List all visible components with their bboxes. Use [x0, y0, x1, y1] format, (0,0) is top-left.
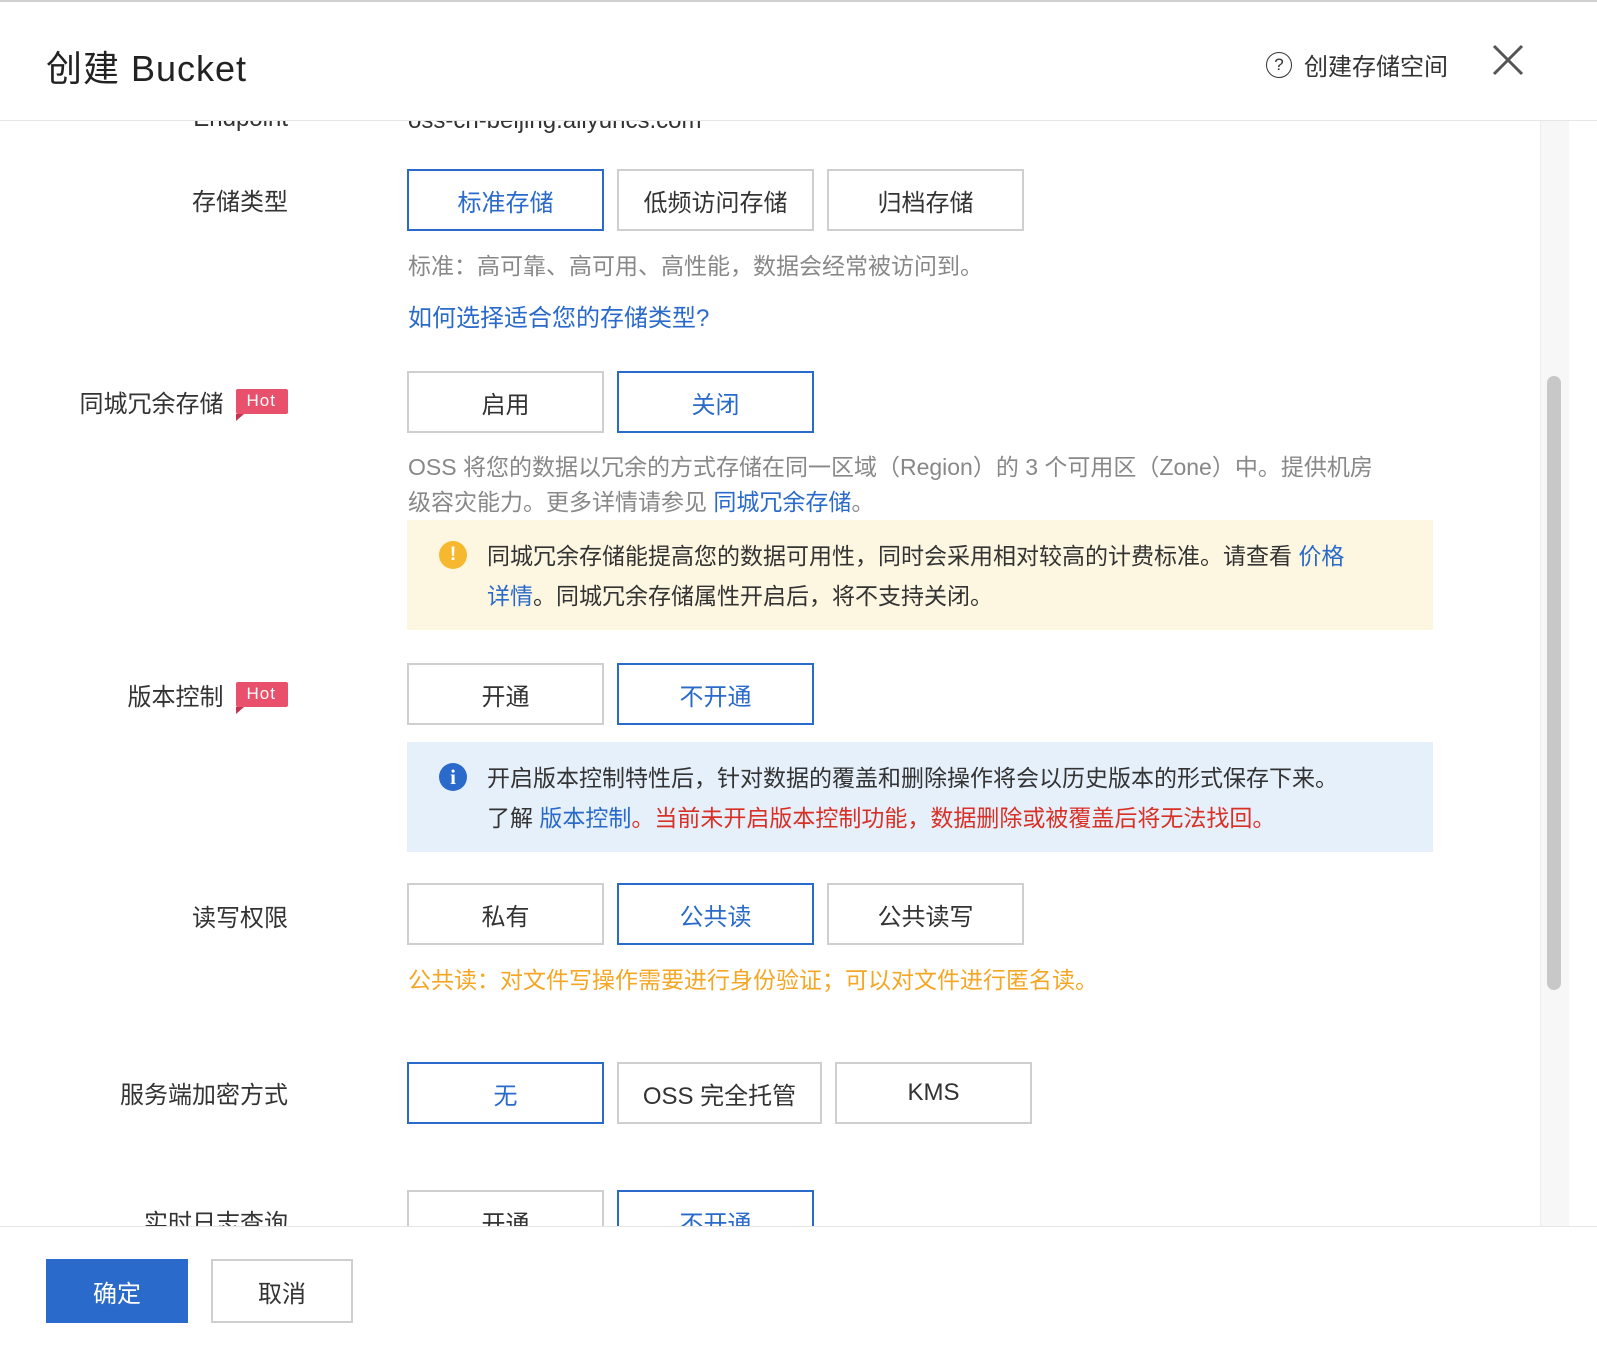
encryption-option-oss-managed[interactable]: OSS 完全托管 — [617, 1062, 822, 1124]
zone-redundancy-warning: ! 同城冗余存储能提高您的数据可用性，同时会采用相对较高的计费标准。请查看 价格… — [407, 520, 1433, 630]
acl-option-private[interactable]: 私有 — [407, 883, 604, 945]
storage-class-option-archive[interactable]: 归档存储 — [827, 169, 1024, 231]
storage-class-label: 存储类型 — [192, 189, 288, 216]
hot-badge: Hot — [235, 389, 288, 421]
acl-hint: 公共读：对文件写操作需要进行身份验证；可以对文件进行匿名读。 — [408, 967, 1098, 993]
question-circle-icon: ? — [1266, 51, 1292, 78]
endpoint-label: Endpoint — [193, 120, 288, 133]
dialog-body[interactable]: Endpoint oss-cn-beijing.aliyuncs.com 存储类… — [0, 120, 1540, 1226]
realtime-log-option-disable[interactable]: 不开通 — [617, 1190, 814, 1226]
acl-option-public-read[interactable]: 公共读 — [617, 883, 814, 945]
versioning-info-prefix: 了解 — [487, 805, 540, 831]
zone-redundancy-hint-suffix: 。 — [851, 489, 875, 515]
zone-redundancy-hint-prefix: 级容灾能力。更多详情请参见 — [408, 489, 714, 515]
zone-redundancy-label-text: 同城冗余存储 — [79, 391, 224, 418]
versioning-info: i 开启版本控制特性后，针对数据的覆盖和删除操作将会以历史版本的形式保存下来。 … — [407, 742, 1433, 852]
storage-class-help-link[interactable]: 如何选择适合您的存储类型? — [408, 301, 709, 336]
warning-icon: ! — [439, 541, 467, 569]
storage-class-option-ia[interactable]: 低频访问存储 — [617, 169, 814, 231]
pricing-link-part1[interactable]: 价格 — [1298, 543, 1344, 569]
versioning-doc-link[interactable]: 版本控制 — [539, 805, 631, 831]
warning-text: 同城冗余存储能提高您的数据可用性，同时会采用相对较高的计费标准。请查看 — [487, 543, 1299, 569]
dialog-header: 创建 Bucket ? 创建存储空间 — [0, 2, 1597, 121]
info-icon: i — [439, 763, 467, 791]
versioning-label-text: 版本控制 — [127, 684, 224, 711]
zone-redundancy-option-disable[interactable]: 关闭 — [617, 371, 814, 433]
versioning-warning-text: 。当前未开启版本控制功能，数据删除或被覆盖后将无法找回。 — [631, 805, 1276, 831]
hot-badge: Hot — [235, 682, 288, 714]
acl-label: 读写权限 — [192, 905, 288, 932]
realtime-log-option-enable[interactable]: 开通 — [407, 1190, 604, 1226]
realtime-log-label: 实时日志查询 — [144, 1210, 288, 1226]
zone-redundancy-label: 同城冗余存储 Hot — [79, 384, 288, 421]
versioning-option-enable[interactable]: 开通 — [407, 663, 604, 725]
cancel-button[interactable]: 取消 — [211, 1259, 353, 1323]
encryption-option-kms[interactable]: KMS — [835, 1062, 1032, 1124]
zone-redundancy-option-enable[interactable]: 启用 — [407, 371, 604, 433]
versioning-option-disable[interactable]: 不开通 — [617, 663, 814, 725]
endpoint-value: oss-cn-beijing.aliyuncs.com — [408, 120, 702, 134]
encryption-option-none[interactable]: 无 — [407, 1062, 604, 1124]
versioning-label: 版本控制 Hot — [127, 677, 288, 714]
zone-redundancy-hint-line2: 级容灾能力。更多详情请参见 同城冗余存储。 — [408, 485, 874, 520]
help-link-create-bucket[interactable]: ? 创建存储空间 — [1266, 47, 1448, 82]
zone-redundancy-hint-line1: OSS 将您的数据以冗余的方式存储在同一区域（Region）的 3 个可用区（Z… — [408, 454, 1373, 480]
dialog-title: 创建 Bucket — [46, 48, 248, 89]
scrollbar-thumb[interactable] — [1547, 376, 1561, 990]
storage-class-hint: 标准：高可靠、高可用、高性能，数据会经常被访问到。 — [408, 253, 983, 279]
pricing-link-part2[interactable]: 详情 — [487, 583, 533, 609]
encryption-label: 服务端加密方式 — [120, 1082, 288, 1109]
acl-option-public-read-write[interactable]: 公共读写 — [827, 883, 1024, 945]
versioning-info-text: 开启版本控制特性后，针对数据的覆盖和删除操作将会以历史版本的形式保存下来。 — [487, 765, 1338, 791]
confirm-button[interactable]: 确定 — [46, 1259, 188, 1323]
storage-class-option-standard[interactable]: 标准存储 — [407, 169, 604, 231]
warning-text-after: 。同城冗余存储属性开启后，将不支持关闭。 — [533, 583, 993, 609]
close-icon[interactable] — [1490, 42, 1526, 78]
zone-redundancy-doc-link[interactable]: 同城冗余存储 — [713, 489, 851, 515]
dialog-footer: 确定 取消 — [0, 1226, 1597, 1370]
help-link-label: 创建存储空间 — [1304, 54, 1448, 81]
